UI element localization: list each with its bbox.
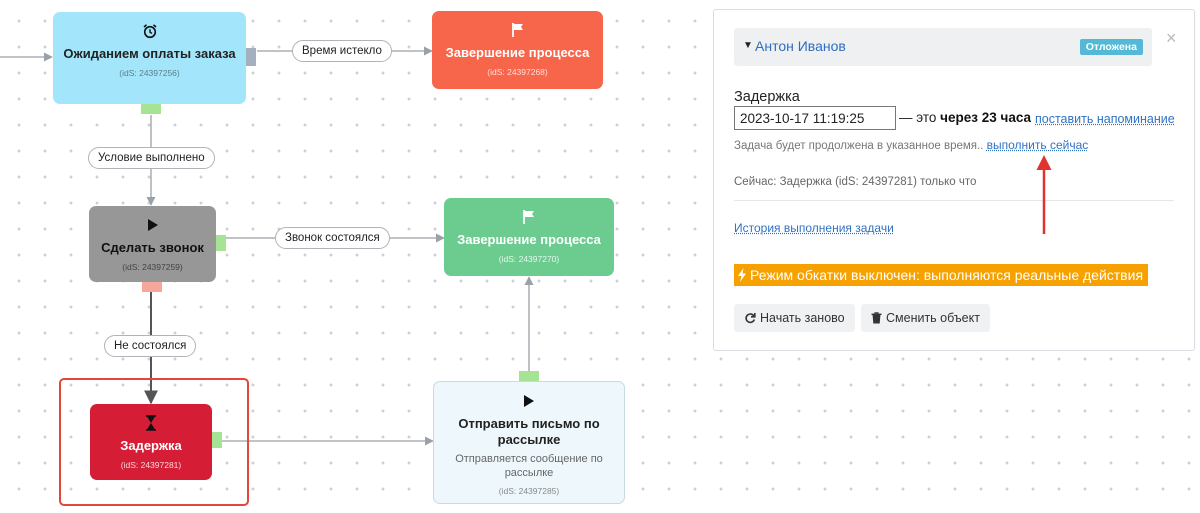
edge-label-call-happened[interactable]: Звонок состоялся — [275, 227, 390, 249]
set-reminder-link[interactable]: поставить напоминание — [1035, 112, 1175, 126]
play-icon — [523, 392, 535, 410]
node-id: (idS: 24397270) — [498, 254, 560, 264]
hourglass-icon — [145, 414, 157, 432]
node-title: Ожиданием оплаты заказа — [63, 46, 236, 61]
bolt-icon — [737, 266, 747, 288]
node-id: (idS: 24397256) — [119, 68, 180, 78]
node-title: Сделать звонок — [101, 240, 204, 255]
trash-icon — [871, 312, 882, 324]
node-id: (idS: 24397285) — [498, 486, 560, 496]
node-id: (idS: 24397281) — [120, 460, 182, 470]
relative-value: через 23 часа — [940, 110, 1032, 125]
node-send-email[interactable]: Отправить письмо по рассылке Отправляетс… — [433, 381, 625, 504]
node-make-call[interactable]: Сделать звонок (idS: 24397259) — [89, 206, 216, 282]
node-title: Отправить письмо по рассылке — [458, 416, 600, 447]
mode-banner-text: Режим обкатки выключен: выполняются реал… — [750, 267, 1144, 283]
flag-icon — [522, 208, 536, 226]
change-object-label: Сменить объект — [886, 311, 980, 325]
relative-prefix: — это — [899, 110, 937, 125]
port-out-bottom[interactable] — [141, 104, 161, 114]
run-now-link[interactable]: выполнить сейчас — [987, 138, 1089, 152]
hint-text: Задача будет продолжена в указанное врем… — [734, 140, 984, 152]
node-title: Завершение процесса — [445, 45, 590, 60]
status-badge: Отложена — [1079, 39, 1143, 55]
port-out-right[interactable] — [246, 48, 256, 66]
node-wait-payment[interactable]: Ожиданием оплаты заказа (idS: 24397256) — [53, 12, 246, 104]
divider — [734, 200, 1174, 201]
edge-label-condition-met[interactable]: Условие выполнено — [88, 147, 215, 169]
restart-button[interactable]: Начать заново — [734, 304, 855, 332]
caret-down-icon[interactable]: ▼ — [743, 40, 753, 51]
alarm-clock-icon — [142, 22, 158, 40]
mode-banner: Режим обкатки выключен: выполняются реал… — [734, 264, 1149, 288]
node-id: (idS: 24397259) — [122, 262, 183, 272]
edge-label-not-happened[interactable]: Не состоялся — [104, 335, 197, 357]
node-end-process-1[interactable]: Завершение процесса (idS: 24397268) — [432, 11, 603, 89]
flow-canvas[interactable]: Ожиданием оплаты заказа (idS: 24397256) … — [0, 0, 700, 513]
history-link[interactable]: История выполнения задачи — [734, 221, 894, 235]
task-header[interactable]: ▼ Антон Иванов Отложена — [734, 28, 1152, 66]
node-end-process-2[interactable]: Завершение процесса (idS: 24397270) — [444, 198, 614, 276]
task-details-panel: × ▼ Антон Иванов Отложена Задержка — это… — [713, 9, 1195, 351]
flag-icon — [511, 21, 525, 39]
port-in-top[interactable] — [519, 371, 539, 381]
play-icon — [147, 216, 159, 234]
node-delay[interactable]: Задержка (idS: 24397281) — [90, 404, 212, 480]
restart-label: Начать заново — [760, 311, 845, 325]
port-out-bottom[interactable] — [142, 282, 162, 292]
port-out-right[interactable] — [212, 432, 222, 448]
delay-title: Задержка — [734, 89, 800, 105]
close-icon[interactable]: × — [1166, 28, 1177, 49]
port-out-right[interactable] — [216, 235, 226, 251]
current-status: Сейчас: Задержка (idS: 24397281) только … — [734, 176, 977, 188]
hint-row: Задача будет продолжена в указанное врем… — [734, 138, 1088, 152]
node-id: (idS: 24397268) — [487, 67, 548, 77]
edge-label-time-expired[interactable]: Время истекло — [292, 40, 392, 62]
relative-time: — это через 23 часа — [899, 110, 1031, 125]
node-title: Задержка — [120, 438, 182, 453]
datetime-input[interactable] — [734, 106, 896, 130]
person-name[interactable]: Антон Иванов — [755, 38, 846, 54]
change-object-button[interactable]: Сменить объект — [861, 304, 990, 332]
node-subtitle: Отправляется сообщение по рассылке — [455, 453, 603, 479]
node-title: Завершение процесса — [457, 232, 601, 247]
refresh-icon — [744, 312, 756, 324]
